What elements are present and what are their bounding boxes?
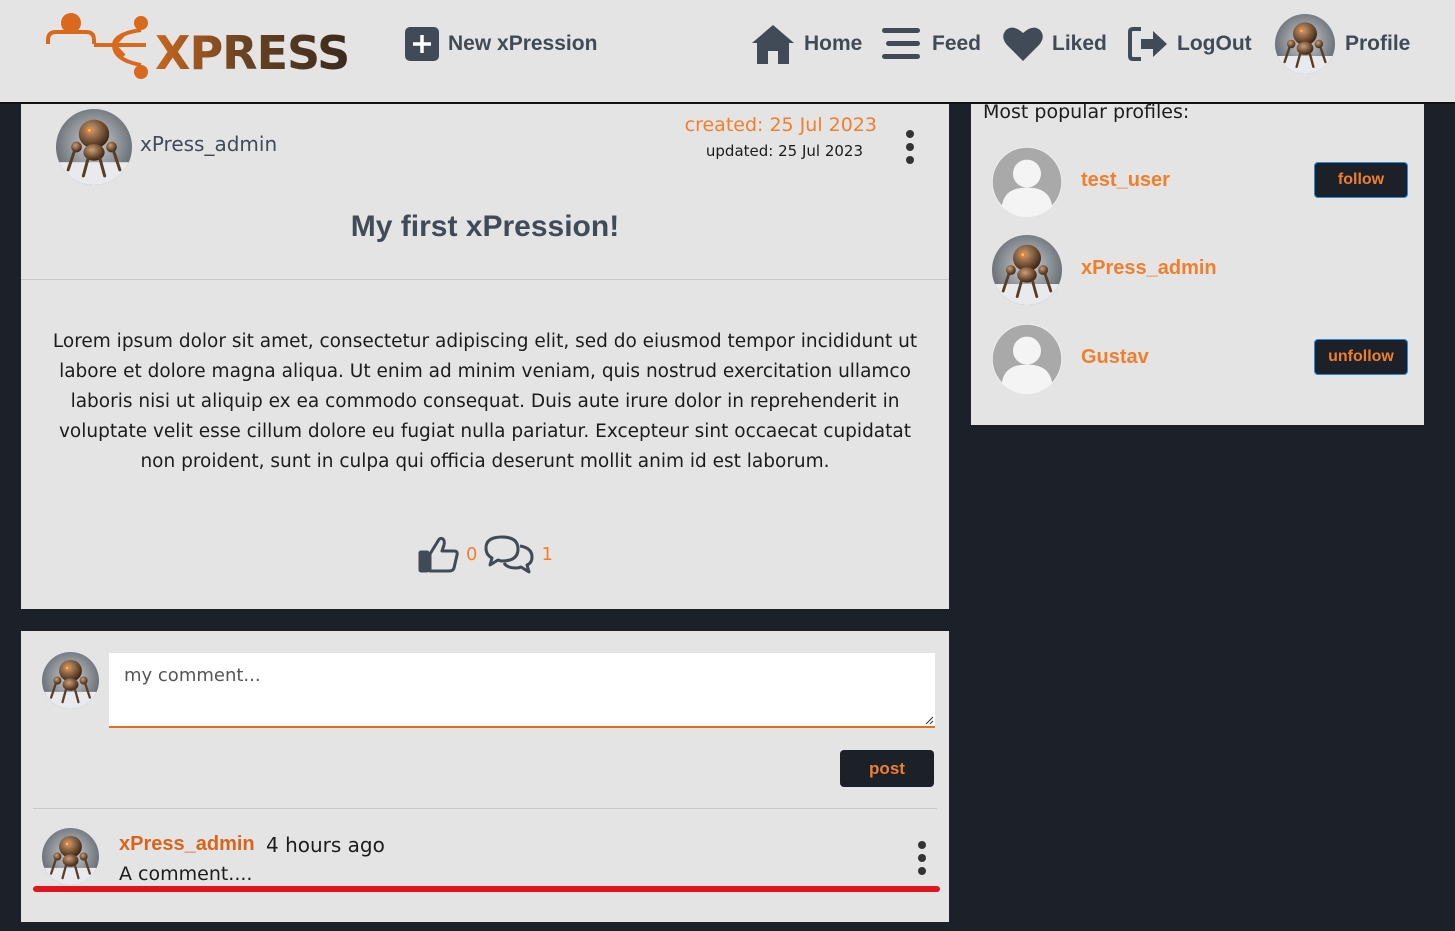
resize-handle-icon[interactable] xyxy=(924,715,934,725)
comment-author-avatar[interactable] xyxy=(42,828,99,885)
comment-author-name[interactable]: xPress_admin xyxy=(119,833,255,856)
post-author-avatar[interactable] xyxy=(56,109,132,185)
profile-row-xpress-admin: xPress_admin xyxy=(991,235,1411,305)
thumbs-up-icon[interactable] xyxy=(418,535,460,573)
nav-liked[interactable]: Liked xyxy=(1002,22,1107,66)
highlight-underline xyxy=(33,886,940,892)
plus-square-icon xyxy=(405,27,439,61)
post-actions: 0 1 xyxy=(418,534,559,574)
logout-icon xyxy=(1128,27,1167,61)
post-options-icon[interactable] xyxy=(905,130,915,169)
post-comment-button[interactable]: post xyxy=(840,750,934,787)
heart-icon xyxy=(1003,27,1043,62)
nav-logout[interactable]: LogOut xyxy=(1127,22,1252,66)
default-avatar-icon[interactable] xyxy=(992,324,1062,394)
nav-liked-label: Liked xyxy=(1052,32,1107,55)
post-title: My first xPression! xyxy=(350,210,620,243)
comments-card: post xPress_admin 4 hours ago A comment.… xyxy=(21,631,949,922)
home-icon xyxy=(752,25,794,64)
comment-divider xyxy=(33,808,937,809)
comment-timestamp: 4 hours ago xyxy=(266,833,385,857)
profile-row-test-user: test_user follow xyxy=(991,147,1411,217)
popular-profiles-title: Most popular profiles: xyxy=(983,101,1190,123)
nav-profile-label: Profile xyxy=(1345,32,1411,55)
post-author-name[interactable]: xPress_admin xyxy=(140,132,277,156)
logo-text: XPRESS xyxy=(155,26,350,80)
nav-feed[interactable]: Feed xyxy=(882,22,981,66)
nav-home[interactable]: Home xyxy=(750,22,862,66)
profile-name[interactable]: test_user xyxy=(1081,169,1170,192)
comment-options-icon[interactable] xyxy=(917,841,927,880)
unfollow-button[interactable]: unfollow xyxy=(1314,339,1408,375)
comments-icon[interactable] xyxy=(483,534,535,574)
post-divider xyxy=(21,279,949,280)
like-count: 0 xyxy=(466,543,478,565)
post-body: Lorem ipsum dolor sit amet, consectetur … xyxy=(52,331,918,472)
profile-row-gustav: Gustav unfollow xyxy=(991,324,1411,394)
nav-logout-label: LogOut xyxy=(1177,32,1252,55)
top-navbar: XPRESS New xPression Home Feed Liked Log… xyxy=(0,0,1455,104)
post-created-date: created: 25 Jul 2023 xyxy=(684,114,877,136)
nav-feed-label: Feed xyxy=(932,32,982,55)
post-card: xPress_admin created: 25 Jul 2023 update… xyxy=(21,104,949,609)
comment-count: 1 xyxy=(541,543,553,565)
follow-button[interactable]: follow xyxy=(1314,162,1408,198)
default-avatar-icon[interactable] xyxy=(992,147,1062,217)
user-avatar xyxy=(1275,14,1335,74)
profile-name[interactable]: xPress_admin xyxy=(1081,257,1217,280)
comment-text: A comment.... xyxy=(119,863,253,885)
profile-name[interactable]: Gustav xyxy=(1081,346,1149,369)
comment-input[interactable] xyxy=(109,653,935,728)
logo-network-icon xyxy=(46,13,148,79)
brand-logo[interactable]: XPRESS xyxy=(42,12,362,84)
nav-home-label: Home xyxy=(804,32,863,55)
current-user-avatar xyxy=(42,652,99,709)
popular-profiles-card: Most popular profiles: test_user follow … xyxy=(971,101,1424,425)
new-xpression-label: New xPression xyxy=(448,32,598,55)
nav-profile[interactable]: Profile xyxy=(1275,14,1410,74)
robot-avatar[interactable] xyxy=(992,235,1062,305)
post-updated-date: updated: 25 Jul 2023 xyxy=(705,142,863,160)
new-xpression-button[interactable]: New xPression xyxy=(404,22,597,66)
bars-icon xyxy=(882,28,920,59)
